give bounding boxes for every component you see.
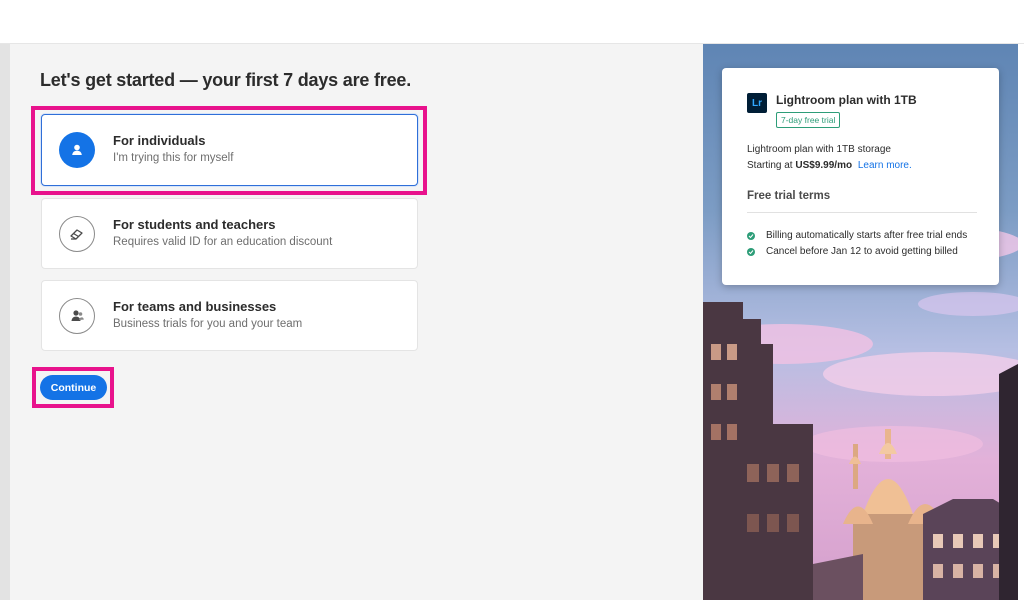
price-value: US$9.99/mo [795,160,853,171]
term-text: Billing automatically starts after free … [766,230,968,241]
plan-summary-card: Lr Lightroom plan with 1TB 7-day free tr… [722,68,999,285]
top-bar [0,0,1024,44]
price-prefix: Starting at [747,160,793,171]
terms-title: Free trial terms [747,190,831,202]
term-item: Cancel before Jan 12 to avoid getting bi… [747,246,958,257]
right-edge [1018,44,1024,600]
page-title: Let's get started — your first 7 days ar… [40,70,412,90]
option-title: For teams and businesses [113,299,277,314]
plan-description: Lightroom plan with 1TB storage [747,144,891,155]
term-text: Cancel before Jan 12 to avoid getting bi… [766,246,958,257]
lightroom-logo-icon: Lr [747,93,767,113]
option-students-teachers[interactable]: For students and teachers Requires valid… [41,198,418,269]
option-title: For students and teachers [113,217,276,232]
term-item: Billing automatically starts after free … [747,230,967,241]
highlight-frame-continue [32,367,114,408]
left-strip [0,44,10,600]
learn-more-link[interactable]: Learn more. [858,160,912,171]
check-icon [747,247,755,256]
highlight-frame-option [31,106,427,195]
plan-title: Lightroom plan with 1TB [776,93,917,107]
eraser-icon [59,216,95,252]
check-icon [747,231,755,240]
option-teams-businesses[interactable]: For teams and businesses Business trials… [41,280,418,351]
option-subtitle: Requires valid ID for an education disco… [113,236,333,248]
option-subtitle: Business trials for you and your team [113,318,303,330]
team-icon [59,298,95,334]
plan-price-line: Starting at US$9.99/mo Learn more. [747,160,912,171]
trial-badge: 7-day free trial [776,112,841,128]
divider [747,212,977,213]
